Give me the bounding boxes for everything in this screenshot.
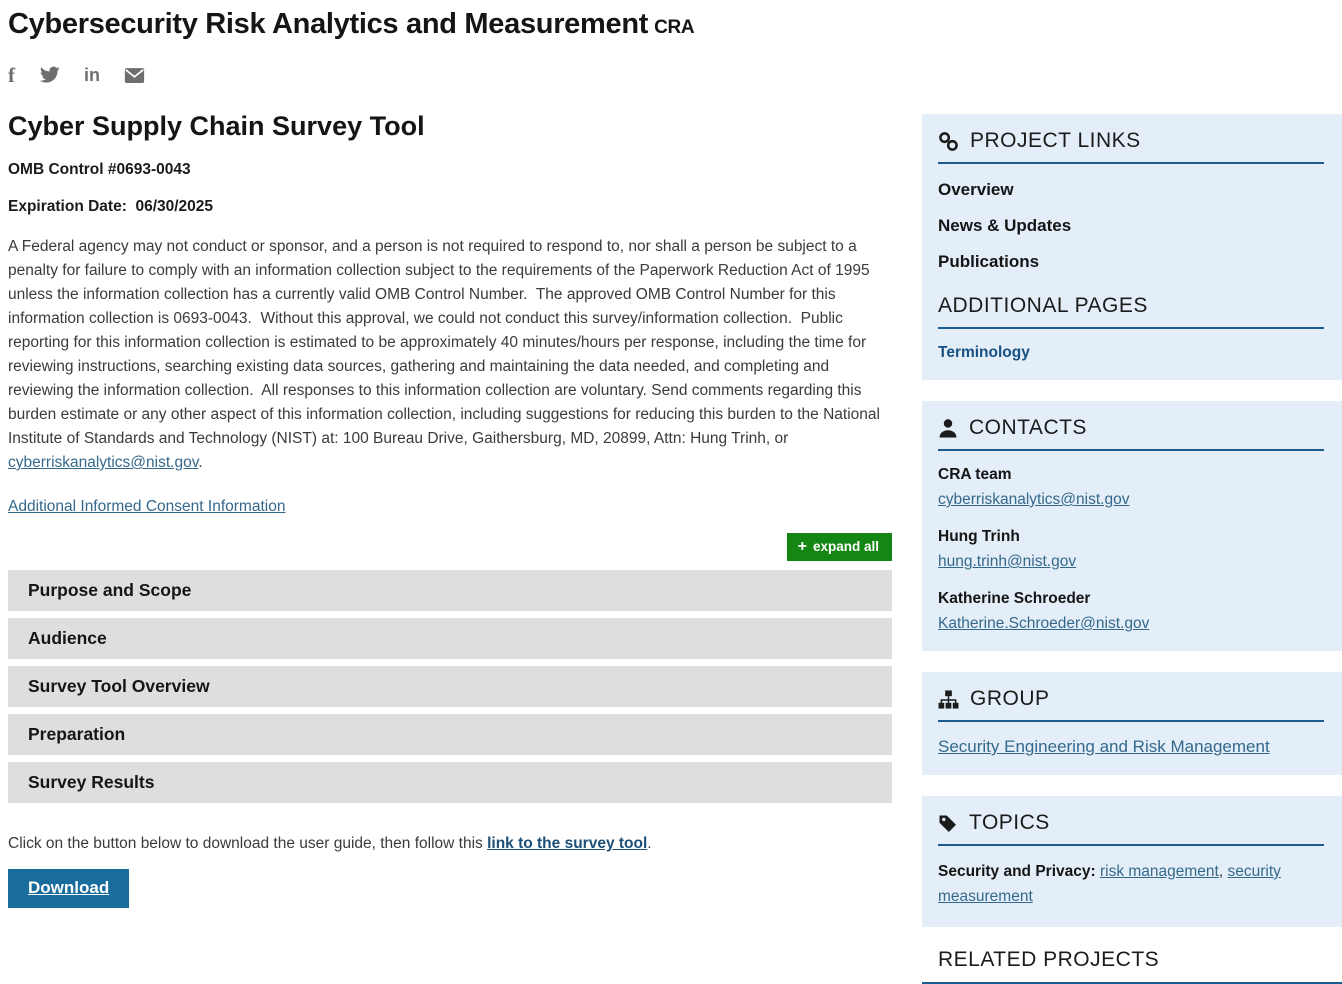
- topic-link-risk-management[interactable]: risk management: [1100, 863, 1219, 880]
- contact-name: Katherine Schroeder: [938, 590, 1324, 608]
- survey-tool-link[interactable]: link to the survey tool: [487, 835, 647, 852]
- sitemap-icon: [938, 690, 959, 709]
- tag-icon: [938, 813, 958, 833]
- site-title-text: Cybersecurity Risk Analytics and Measure…: [8, 8, 648, 40]
- expand-all-button[interactable]: + expand all: [787, 533, 892, 561]
- page-title: Cyber Supply Chain Survey Tool: [8, 111, 892, 142]
- omb-control: OMB Control #0693-0043: [8, 161, 892, 179]
- cra-email-link[interactable]: cyberriskanalytics@nist.gov: [8, 454, 198, 471]
- prb-notice-text: A Federal agency may not conduct or spon…: [8, 238, 884, 447]
- topics-title: TOPICS: [969, 811, 1050, 835]
- group-section: GROUP Security Engineering and Risk Mana…: [922, 672, 1342, 775]
- site-acronym: CRA: [654, 17, 694, 38]
- additional-pages-header: ADDITIONAL PAGES: [938, 294, 1324, 329]
- site-title: Cybersecurity Risk Analytics and Measure…: [8, 8, 1342, 41]
- sidebar-item-overview[interactable]: Overview: [938, 180, 1324, 200]
- main-content: Cyber Supply Chain Survey Tool OMB Contr…: [8, 87, 892, 908]
- contact-email-link[interactable]: hung.trinh@nist.gov: [938, 553, 1076, 571]
- group-title: GROUP: [970, 687, 1050, 711]
- chain-link-icon: [938, 131, 959, 152]
- expand-row: + expand all: [8, 533, 892, 561]
- contact-entry-katherine-schroeder: Katherine Schroeder Katherine.Schroeder@…: [938, 590, 1324, 633]
- accordion-survey-results[interactable]: Survey Results: [8, 762, 892, 803]
- linkedin-link[interactable]: in: [84, 65, 100, 85]
- expand-all-label: expand all: [813, 539, 879, 554]
- consent-row: Additional Informed Consent Information: [8, 498, 892, 516]
- contact-email-link[interactable]: cyberriskanalytics@nist.gov: [938, 491, 1129, 509]
- project-links-nav: Overview News & Updates Publications: [938, 164, 1324, 272]
- contact-entry-hung-trinh: Hung Trinh hung.trinh@nist.gov: [938, 528, 1324, 571]
- accordion-preparation[interactable]: Preparation: [8, 714, 892, 755]
- topics-header: TOPICS: [938, 811, 1324, 846]
- topics-line: Security and Privacy: risk management, s…: [938, 859, 1324, 909]
- plus-icon: +: [798, 540, 807, 553]
- related-projects-header: RELATED PROJECTS: [922, 948, 1342, 984]
- person-icon: [938, 418, 958, 438]
- sidebar-item-terminology[interactable]: Terminology: [938, 344, 1030, 362]
- topics-section: TOPICS Security and Privacy: risk manage…: [922, 796, 1342, 927]
- facebook-link[interactable]: f: [8, 65, 15, 85]
- sidebar-item-publications[interactable]: Publications: [938, 252, 1324, 272]
- sidebar-item-news-updates[interactable]: News & Updates: [938, 216, 1324, 236]
- accordion-audience[interactable]: Audience: [8, 618, 892, 659]
- prb-notice-period: .: [198, 454, 202, 471]
- email-share-link[interactable]: [124, 67, 145, 84]
- contact-email-link[interactable]: Katherine.Schroeder@nist.gov: [938, 615, 1149, 633]
- linkedin-icon: in: [84, 65, 100, 85]
- contacts-header: CONTACTS: [938, 416, 1324, 451]
- download-instruction-text: Click on the button below to download th…: [8, 835, 487, 852]
- project-links-header: PROJECT LINKS: [938, 129, 1324, 164]
- project-links-title: PROJECT LINKS: [970, 129, 1141, 153]
- expiration-date: Expiration Date: 06/30/2025: [8, 198, 892, 216]
- prb-notice-paragraph: A Federal agency may not conduct or spon…: [8, 235, 892, 475]
- sidebar: PROJECT LINKS Overview News & Updates Pu…: [922, 114, 1342, 984]
- accordion-list: Purpose and Scope Audience Survey Tool O…: [8, 570, 892, 803]
- content-row: Cyber Supply Chain Survey Tool OMB Contr…: [8, 87, 1342, 984]
- topic-category: Security and Privacy:: [938, 863, 1100, 880]
- contact-entry-cra-team: CRA team cyberriskanalytics@nist.gov: [938, 466, 1324, 509]
- social-links: f in: [8, 65, 1342, 85]
- download-button[interactable]: Download: [8, 869, 129, 908]
- project-links-section: PROJECT LINKS Overview News & Updates Pu…: [922, 114, 1342, 380]
- accordion-purpose-and-scope[interactable]: Purpose and Scope: [8, 570, 892, 611]
- contacts-title: CONTACTS: [969, 416, 1087, 440]
- group-link[interactable]: Security Engineering and Risk Management: [938, 737, 1270, 757]
- informed-consent-link[interactable]: Additional Informed Consent Information: [8, 498, 285, 515]
- group-header: GROUP: [938, 687, 1324, 722]
- page-header: Cybersecurity Risk Analytics and Measure…: [8, 8, 1342, 85]
- facebook-icon: f: [8, 65, 15, 85]
- download-instruction-period: .: [647, 835, 651, 852]
- contact-name: Hung Trinh: [938, 528, 1324, 546]
- twitter-link[interactable]: [39, 66, 60, 84]
- page: Cybersecurity Risk Analytics and Measure…: [0, 0, 1342, 878]
- download-instruction: Click on the button below to download th…: [8, 832, 892, 856]
- contacts-section: CONTACTS CRA team cyberriskanalytics@nis…: [922, 401, 1342, 651]
- twitter-icon: [39, 66, 60, 84]
- contact-name: CRA team: [938, 466, 1324, 484]
- envelope-icon: [124, 67, 145, 84]
- accordion-survey-tool-overview[interactable]: Survey Tool Overview: [8, 666, 892, 707]
